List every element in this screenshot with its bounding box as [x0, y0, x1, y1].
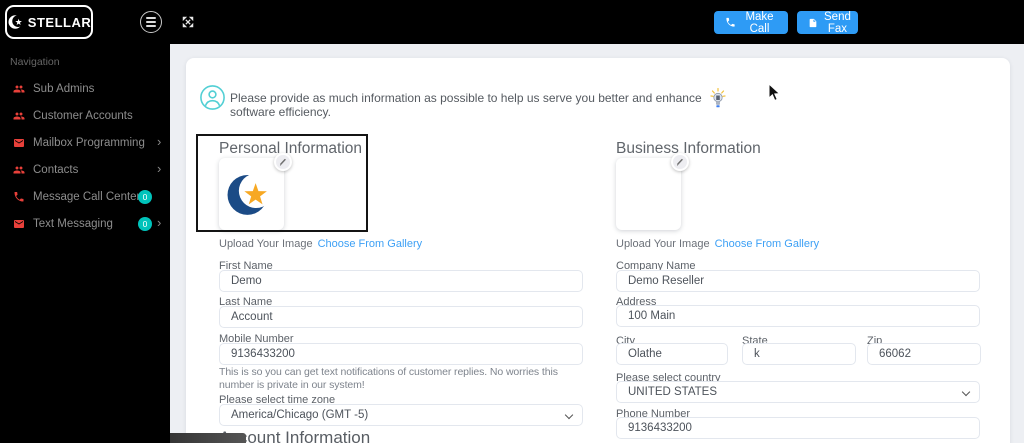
crescent-star-icon — [7, 13, 25, 31]
sidebar-item-text-messaging[interactable]: Text Messaging 0 › — [0, 210, 170, 237]
make-call-button[interactable]: Make Call — [714, 11, 788, 34]
country-select[interactable]: UNITED STATES — [616, 381, 980, 403]
brand-logo[interactable]: STELLAR — [5, 5, 93, 39]
chevron-right-icon: › — [157, 134, 161, 150]
main-content: Please provide as much information as po… — [170, 44, 1024, 443]
lightbulb-icon — [710, 88, 726, 110]
users-icon — [13, 164, 25, 176]
timezone-select[interactable]: America/Chicago (GMT -5) — [219, 404, 583, 426]
users-icon — [13, 83, 25, 95]
send-fax-button[interactable]: Send Fax — [797, 11, 858, 34]
sidebar-toggle-button[interactable] — [140, 11, 162, 33]
nav-section-label: Navigation — [10, 56, 60, 68]
sidebar-item-mailbox-programming[interactable]: Mailbox Programming › — [0, 129, 170, 156]
sidebar-item-contacts[interactable]: Contacts › — [0, 156, 170, 183]
mail-icon — [13, 218, 25, 230]
mobile-help-text: This is so you can get text notification… — [219, 366, 591, 392]
chevron-right-icon: › — [157, 215, 161, 231]
profile-card: Please provide as much information as po… — [186, 58, 1010, 443]
unread-count-badge: 0 — [138, 190, 152, 204]
topbar: STELLAR Make Call — [0, 0, 1024, 44]
hamburger-icon — [146, 17, 156, 19]
chevron-down-icon — [565, 411, 573, 419]
business-info-title: Business Information — [616, 140, 761, 158]
chevron-right-icon: › — [157, 161, 161, 177]
sidebar-item-sub-admins[interactable]: Sub Admins — [0, 75, 170, 102]
pencil-icon — [675, 157, 685, 167]
personal-upload-row: Upload Your Image Choose From Gallery — [219, 238, 422, 250]
personal-profile-image[interactable] — [219, 158, 284, 230]
city-input[interactable] — [616, 343, 728, 365]
stellar-logo-image — [223, 165, 281, 223]
upload-image-label: Upload Your Image — [616, 238, 710, 250]
fullscreen-expand-icon[interactable] — [181, 15, 195, 29]
app-window: STELLAR Make Call — [0, 0, 1024, 443]
phone-icon — [13, 191, 25, 203]
pencil-icon — [278, 157, 288, 167]
first-name-input[interactable] — [219, 270, 583, 292]
business-upload-row: Upload Your Image Choose From Gallery — [616, 238, 819, 250]
chevron-down-icon — [962, 388, 970, 396]
state-input[interactable] — [742, 343, 856, 365]
users-icon — [13, 110, 25, 122]
sidebar-nav: Navigation Sub Admins Customer Accounts … — [0, 44, 170, 443]
status-tooltip-bar — [170, 433, 246, 443]
brand-name: STELLAR — [28, 15, 91, 30]
sidebar-item-customer-accounts[interactable]: Customer Accounts — [0, 102, 170, 129]
choose-from-gallery-link[interactable]: Choose From Gallery — [318, 238, 423, 250]
company-name-input[interactable] — [616, 270, 980, 292]
user-avatar-icon — [199, 84, 226, 111]
phone-number-input[interactable] — [616, 417, 980, 439]
edit-personal-image-button[interactable] — [274, 153, 292, 171]
sidebar-item-message-call-center[interactable]: Message Call Center 0 — [0, 183, 170, 210]
mobile-number-input[interactable] — [219, 343, 583, 365]
upload-image-label: Upload Your Image — [219, 238, 313, 250]
address-input[interactable] — [616, 305, 980, 327]
business-profile-image[interactable] — [616, 158, 681, 230]
zip-input[interactable] — [867, 343, 981, 365]
choose-from-gallery-link[interactable]: Choose From Gallery — [715, 238, 820, 250]
unread-count-badge: 0 — [138, 217, 152, 231]
fax-document-icon — [808, 17, 818, 29]
edit-business-image-button[interactable] — [671, 153, 689, 171]
phone-icon — [725, 17, 736, 28]
info-banner-message: Please provide as much information as po… — [230, 91, 710, 119]
mail-icon — [13, 137, 25, 149]
last-name-input[interactable] — [219, 306, 583, 328]
personal-info-title: Personal Information — [219, 140, 362, 158]
